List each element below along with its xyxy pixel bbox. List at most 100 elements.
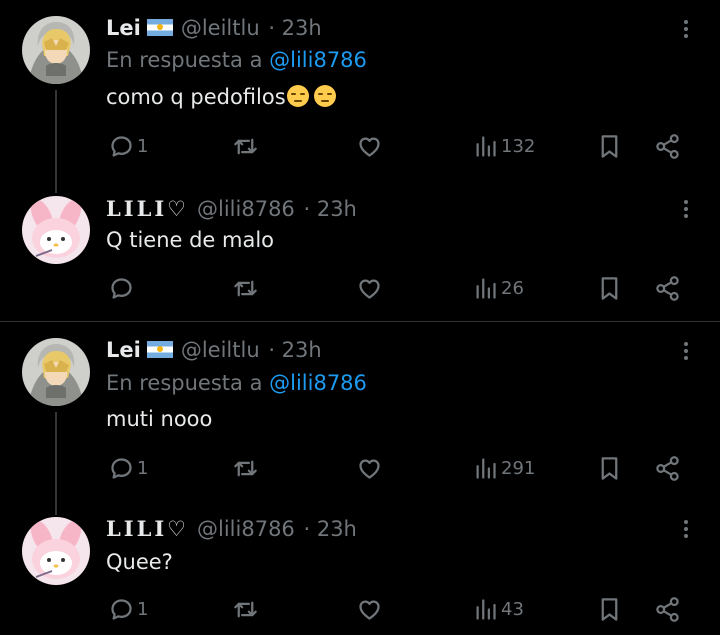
display-name[interactable]: Lei	[106, 338, 141, 362]
views-count: 132	[501, 135, 536, 157]
retweet-icon	[234, 601, 257, 617]
retweet-button[interactable]	[232, 451, 259, 485]
tweet-text: como q pedofilos	[106, 85, 336, 109]
share-icon	[656, 275, 679, 301]
like-button[interactable]	[356, 129, 383, 163]
argentina-flag-icon	[146, 341, 173, 358]
reply-button[interactable]: 1	[108, 592, 148, 626]
share-button[interactable]	[654, 129, 681, 163]
share-button[interactable]	[654, 592, 681, 626]
like-button[interactable]	[356, 451, 383, 485]
tweet-text: muti nooo	[106, 407, 213, 431]
share-icon	[656, 596, 679, 622]
more-options-button[interactable]	[676, 518, 696, 542]
retweet-button[interactable]	[232, 592, 259, 626]
share-icon	[656, 133, 679, 159]
retweet-icon	[234, 460, 257, 476]
reply-prefix: En respuesta a	[106, 371, 263, 395]
heart-icon	[359, 137, 380, 157]
heart-icon	[359, 279, 380, 299]
action-bar: 1 132	[0, 129, 720, 163]
reply-icon	[111, 135, 132, 157]
retweet-button[interactable]	[232, 271, 259, 305]
tweet[interactable]: LILI♡ @lili8786 · 23h Quee? 1 43	[0, 500, 720, 635]
bookmark-button[interactable]	[596, 129, 623, 163]
avatar-image	[22, 196, 90, 264]
action-bar: 26	[0, 271, 720, 305]
avatar-image	[22, 517, 90, 585]
action-bar: 1 43	[0, 592, 720, 626]
share-button[interactable]	[654, 451, 681, 485]
user-handle[interactable]: @lili8786	[197, 517, 295, 541]
bookmark-icon	[601, 276, 618, 300]
user-handle[interactable]: @leiltlu	[181, 338, 260, 362]
more-options-button[interactable]	[676, 198, 696, 222]
mention-link[interactable]: @lili8786	[269, 371, 367, 395]
tweet-text-content: como q pedofilos	[106, 85, 286, 109]
avatar[interactable]	[22, 196, 90, 264]
bookmark-icon	[601, 456, 618, 480]
heart-icon	[359, 600, 380, 620]
display-name[interactable]: LILI♡	[106, 196, 189, 221]
reply-icon	[111, 598, 132, 620]
tweet[interactable]: LILI♡ @lili8786 · 23h Q tiene de malo 26	[0, 180, 720, 321]
share-icon	[656, 455, 679, 481]
tweet-text: Q tiene de malo	[106, 228, 275, 252]
views-count: 291	[501, 457, 536, 479]
retweet-button[interactable]	[232, 129, 259, 163]
pensive-face-emoji-icon	[313, 85, 336, 107]
reply-count: 1	[137, 457, 149, 479]
user-handle[interactable]: @lili8786	[197, 197, 295, 221]
views-count: 43	[501, 598, 524, 620]
tweet[interactable]: Lei @leiltlu · 23h En respuesta a @lili87…	[0, 0, 720, 180]
reply-button[interactable]: 1	[108, 451, 148, 485]
timestamp[interactable]: · 23h	[303, 197, 356, 221]
more-options-button[interactable]	[676, 340, 696, 364]
reply-prefix: En respuesta a	[106, 48, 263, 72]
avatar-image	[22, 16, 90, 84]
timestamp[interactable]: · 23h	[268, 16, 321, 40]
retweet-icon	[234, 280, 257, 296]
avatar[interactable]	[22, 16, 90, 84]
views-button[interactable]: 291	[472, 451, 535, 485]
tweet[interactable]: Lei @leiltlu · 23h En respuesta a @lili87…	[0, 322, 720, 500]
views-chart-icon	[476, 598, 496, 620]
avatar[interactable]	[22, 338, 90, 406]
display-name[interactable]: LILI♡	[106, 516, 189, 541]
argentina-flag-icon	[146, 19, 173, 36]
tweet-header: LILI♡ @lili8786 · 23h	[106, 196, 357, 221]
timestamp[interactable]: · 23h	[303, 517, 356, 541]
user-handle[interactable]: @leiltlu	[181, 16, 260, 40]
views-button[interactable]: 43	[472, 592, 524, 626]
bookmark-button[interactable]	[596, 451, 623, 485]
reply-count: 1	[137, 598, 149, 620]
reply-context: En respuesta a @lili8786	[106, 371, 367, 395]
avatar[interactable]	[22, 517, 90, 585]
more-options-button[interactable]	[676, 18, 696, 42]
action-bar: 1 291	[0, 451, 720, 485]
reply-button[interactable]	[108, 271, 137, 305]
reply-icon	[111, 277, 132, 299]
retweet-icon	[234, 138, 257, 154]
bookmark-button[interactable]	[596, 271, 623, 305]
tweet-header: Lei @leiltlu · 23h	[106, 338, 322, 362]
bookmark-icon	[601, 597, 618, 621]
tweet-header: Lei @leiltlu · 23h	[106, 16, 322, 40]
views-chart-icon	[476, 457, 496, 479]
avatar-image	[22, 338, 90, 406]
reply-icon	[111, 457, 132, 479]
reply-button[interactable]: 1	[108, 129, 148, 163]
reply-count: 1	[137, 135, 149, 157]
like-button[interactable]	[356, 592, 383, 626]
like-button[interactable]	[356, 271, 383, 305]
views-button[interactable]: 132	[472, 129, 535, 163]
views-button[interactable]: 26	[472, 271, 524, 305]
mention-link[interactable]: @lili8786	[269, 48, 367, 72]
views-chart-icon	[476, 135, 496, 157]
bookmark-button[interactable]	[596, 592, 623, 626]
timestamp[interactable]: · 23h	[268, 338, 321, 362]
reply-context: En respuesta a @lili8786	[106, 48, 367, 72]
display-name[interactable]: Lei	[106, 16, 141, 40]
heart-icon	[359, 459, 380, 479]
share-button[interactable]	[654, 271, 681, 305]
